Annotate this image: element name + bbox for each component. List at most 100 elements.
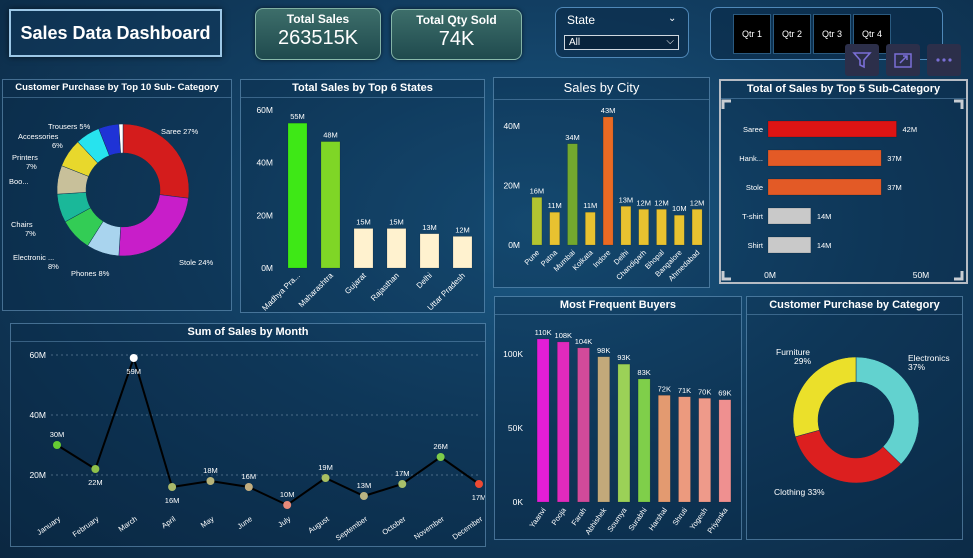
category-slice xyxy=(794,429,902,484)
line-point xyxy=(283,501,292,509)
bar-data-label: 72K xyxy=(658,384,671,393)
bar-data-label: 12M xyxy=(636,198,651,207)
panel-city-bar: Sales by City 0M 20M 40M 16M Pune 11M Patna 34M… xyxy=(493,77,710,288)
category-label: Clothing 33% xyxy=(774,487,825,497)
line-point xyxy=(206,477,215,485)
bar xyxy=(674,214,685,246)
y-tick-label: 100K xyxy=(503,349,523,359)
bar xyxy=(698,398,711,503)
point-data-label: 16M xyxy=(242,472,257,481)
bar-data-label: 55M xyxy=(290,112,305,121)
x-tick-label: Indore xyxy=(591,248,612,269)
states-bar-chart[interactable]: 0M 20M 40M 60M 55M Madhya Pra... 48M Maharashtr… xyxy=(241,98,484,312)
line-point xyxy=(129,354,138,362)
category-slice xyxy=(792,356,857,438)
bar-data-label: 110K xyxy=(535,328,552,337)
quarter-button-2[interactable]: Qtr 2 xyxy=(773,14,811,54)
bar xyxy=(617,363,631,503)
x-tick-label: 50M xyxy=(913,270,930,280)
sales-month-line-chart[interactable]: 20M 40M 60M 30M January 22M February 59M March 16… xyxy=(11,342,485,546)
x-tick-label: Harshal xyxy=(647,506,669,533)
more-options-button[interactable] xyxy=(927,44,961,76)
state-slicer[interactable]: State ⌄ All ⌵ xyxy=(555,7,689,58)
subcategory-label: Boo... xyxy=(9,177,29,186)
x-tick-label: May xyxy=(199,514,216,530)
x-tick-label: October xyxy=(380,514,407,537)
line-point xyxy=(436,453,445,461)
panel-title: Total of Sales by Top 5 Sub-Category xyxy=(721,81,966,99)
bar-data-label: 14M xyxy=(817,212,832,221)
filter-button[interactable] xyxy=(845,44,879,76)
panel-title: Sales by City xyxy=(494,78,709,100)
line-point xyxy=(359,492,368,500)
x-tick-label: November xyxy=(412,514,446,542)
bar-data-label: 15M xyxy=(356,218,371,227)
y-tick-label: 0K xyxy=(513,497,524,507)
y-category-label: Hank... xyxy=(739,154,763,163)
category-donut-chart[interactable]: Electronics 37% Clothing 33% Furniture 29% xyxy=(747,315,962,539)
x-tick-label: March xyxy=(117,514,139,533)
bar xyxy=(531,197,543,246)
y-tick-label: 50K xyxy=(508,423,523,433)
category-label: Furniture 29% xyxy=(776,347,811,366)
y-tick-label: 20M xyxy=(29,470,46,480)
focus-corner-handle xyxy=(954,271,964,281)
subcategory-label: Accessories 6% xyxy=(18,132,63,150)
bar-data-label: 34M xyxy=(565,133,580,142)
bar-data-label: 108K xyxy=(555,331,573,340)
x-tick-label: June xyxy=(235,514,253,531)
point-data-label: 59M xyxy=(126,367,141,376)
point-data-label: 26M xyxy=(433,442,448,451)
city-bar-chart[interactable]: 0M20M40M16MPune11MPatna34MMumbai11MKolka… xyxy=(494,99,709,287)
panel-title: Customer Purchase by Top 10 Sub- Categor… xyxy=(3,80,231,98)
bar-data-label: 37M xyxy=(887,154,902,163)
y-tick-label: 20M xyxy=(256,210,273,220)
sales-line xyxy=(56,354,480,507)
kpi-total-qty: Total Qty Sold 74K xyxy=(391,9,522,60)
x-tick-label: Surabhi xyxy=(627,506,649,533)
x-tick-label: Delhi xyxy=(415,271,434,290)
x-tick-label: February xyxy=(71,514,101,539)
kpi-total-qty-value: 74K xyxy=(438,28,475,50)
quarter-button-1[interactable]: Qtr 1 xyxy=(733,14,771,54)
bar xyxy=(557,341,570,503)
subcategory-label: Printers 7% xyxy=(12,153,38,171)
state-dropdown[interactable]: All ⌵ xyxy=(564,35,679,50)
point-data-label: 19M xyxy=(318,463,333,472)
kpi-total-sales-value: 263515K xyxy=(277,27,359,49)
y-category-label: T-shirt xyxy=(742,212,764,221)
x-tick-label: Rajasthan xyxy=(369,271,401,303)
panel-sales-month: Sum of Sales by Month 20M 40M 60M 30M Januar… xyxy=(10,323,486,547)
buyers-bar-chart[interactable]: 0K 50K 100K 110K Yaanvi 108K Pooja 104K Farah 98K… xyxy=(495,315,741,539)
bar xyxy=(549,211,560,246)
bar-data-label: 42M xyxy=(903,125,918,134)
subcategory-label: Electronic ... 8% xyxy=(13,253,59,271)
y-tick-label: 40M xyxy=(256,158,273,168)
subcategory-donut-chart[interactable]: Saree 27% Stole 24% Phones 8% Electronic ..… xyxy=(3,98,231,310)
line-point xyxy=(168,483,177,491)
bar xyxy=(536,338,550,503)
bar-data-label: 13M xyxy=(619,195,634,204)
bar xyxy=(597,356,610,503)
y-tick-label: 40M xyxy=(29,410,46,420)
kpi-total-qty-label: Total Qty Sold xyxy=(416,13,497,27)
x-tick-label: April xyxy=(160,514,178,530)
x-tick-label: Farah xyxy=(570,506,589,527)
focus-mode-button[interactable] xyxy=(886,44,920,76)
bar-data-label: 11M xyxy=(548,201,562,210)
top5-subcategory-chart[interactable]: Saree 42M Hank... 37M Stole 37M T-shirt 14M Shir… xyxy=(721,99,966,283)
subcategory-label: Stole 24% xyxy=(179,258,214,267)
bar xyxy=(602,116,614,246)
panel-title: Customer Purchase by Category xyxy=(747,297,962,315)
bar-data-label: 12M xyxy=(654,198,669,207)
bar-data-label: 10M xyxy=(672,204,687,213)
bar-data-label: 71K xyxy=(678,386,691,395)
x-tick-label: July xyxy=(276,514,292,529)
dropdown-arrow-icon: ⌵ xyxy=(666,36,674,47)
point-data-label: 30M xyxy=(50,430,65,439)
bar-data-label: 70K xyxy=(698,387,711,396)
chevron-down-icon[interactable]: ⌄ xyxy=(668,13,676,24)
line-point xyxy=(398,480,407,488)
category-label: Electronics 37% xyxy=(908,353,950,372)
bar xyxy=(718,399,732,503)
